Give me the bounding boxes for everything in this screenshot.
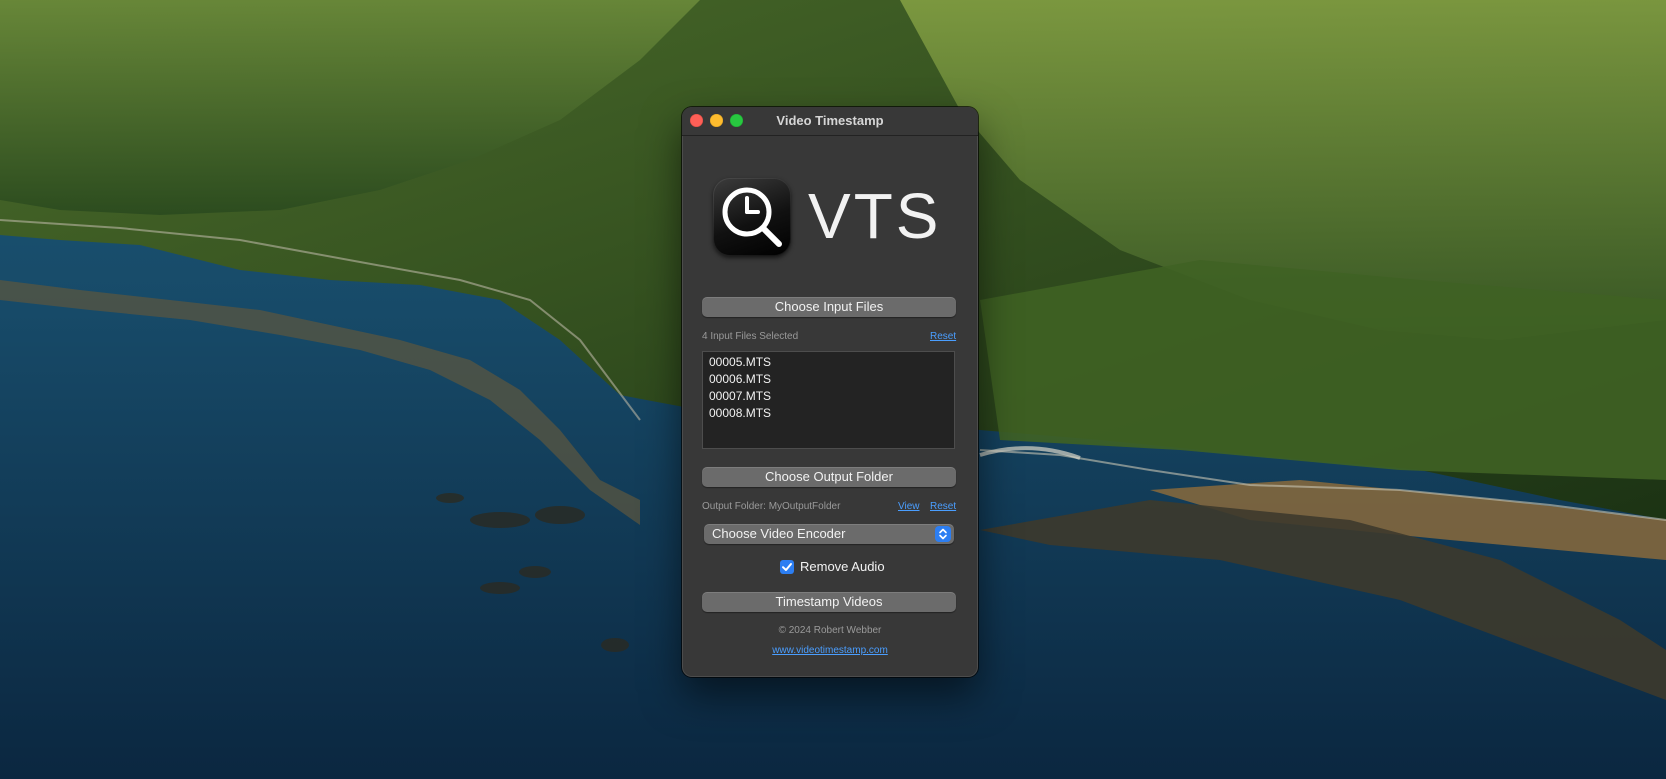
remove-audio-checkbox[interactable] xyxy=(780,560,794,574)
input-file-list[interactable]: 00005.MTS 00006.MTS 00007.MTS 00008.MTS xyxy=(702,351,955,449)
window-titlebar[interactable]: Video Timestamp xyxy=(682,107,978,136)
app-logo-text: VTS xyxy=(808,180,942,252)
list-item[interactable]: 00006.MTS xyxy=(703,371,954,388)
chevron-updown-icon xyxy=(935,526,951,542)
app-window: Video Timestamp VTS Choose Input Files 4… xyxy=(682,107,978,677)
remove-audio-label[interactable]: Remove Audio xyxy=(800,559,885,575)
website-link[interactable]: www.videotimestamp.com xyxy=(682,645,978,656)
desktop-wallpaper: Video Timestamp VTS Choose Input Files 4… xyxy=(0,0,1666,779)
list-item[interactable]: 00007.MTS xyxy=(703,388,954,405)
choose-output-folder-button[interactable]: Choose Output Folder xyxy=(702,467,956,487)
list-item[interactable]: 00005.MTS xyxy=(703,354,954,371)
window-title: Video Timestamp xyxy=(776,113,884,128)
timestamp-videos-button[interactable]: Timestamp Videos xyxy=(702,592,956,612)
output-folder-status: Output Folder: MyOutputFolder xyxy=(702,501,841,512)
copyright-text: © 2024 Robert Webber xyxy=(778,625,882,636)
video-encoder-selected: Choose Video Encoder xyxy=(712,526,846,541)
reset-input-link[interactable]: Reset xyxy=(930,331,956,342)
list-item[interactable]: 00008.MTS xyxy=(703,405,954,422)
clock-magnifier-icon xyxy=(713,178,791,256)
input-files-status: 4 Input Files Selected xyxy=(702,331,799,342)
checkmark-icon xyxy=(782,563,792,571)
view-output-link[interactable]: View xyxy=(898,501,920,512)
video-encoder-select[interactable]: Choose Video Encoder xyxy=(704,524,954,544)
choose-input-files-button[interactable]: Choose Input Files xyxy=(702,297,956,317)
reset-output-link[interactable]: Reset xyxy=(930,501,956,512)
